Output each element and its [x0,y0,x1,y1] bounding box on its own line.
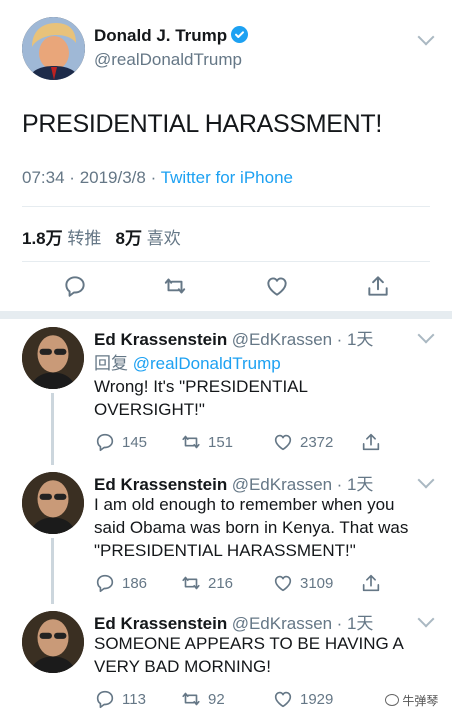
reply-icon [94,688,116,710]
divider [22,261,430,262]
chevron-down-icon[interactable] [417,471,435,489]
retweet-icon [180,572,202,594]
avatar[interactable] [22,472,84,534]
retweet-action[interactable]: 216 [180,572,233,594]
author-name[interactable]: Donald J. Trump [94,26,249,46]
likes-stat[interactable]: 8万 喜欢 [116,229,181,248]
tweet-source-link[interactable]: Twitter for iPhone [161,168,293,187]
tweet-stats: 1.8万 转推 8万 喜欢 [22,224,181,249]
tweet-age: · 1天 [336,330,374,349]
reply-to-prefix: 回复 [94,354,128,373]
reply-action[interactable]: 113 [94,688,146,710]
reply-to-handle[interactable]: @realDonaldTrump [133,354,281,373]
reply-action[interactable]: 186 [94,572,147,594]
display-name[interactable]: Ed Krassenstein [94,475,227,494]
reply-header: Ed Krassenstein @EdKrassen · 1天 [94,325,373,350]
share-icon[interactable] [360,572,382,594]
reply-text: Wrong! It's "PRESIDENTIAL OVERSIGHT!" [94,377,308,419]
like-action[interactable]: 1929 [272,688,333,710]
reply-count: 145 [122,433,148,451]
like-action[interactable]: 2372 [272,431,333,453]
reply-tweet[interactable]: Ed Krassenstein @EdKrassen · 1天 I am old… [0,466,452,604]
display-name[interactable]: Donald J. Trump [94,26,227,45]
retweets-label: 转推 [67,229,102,248]
retweet-count: 151 [208,433,234,451]
handle[interactable]: @EdKrassen [232,475,332,494]
thread-line [51,538,54,604]
retweet-action[interactable]: 92 [180,688,225,710]
handle[interactable]: @EdKrassen [232,330,332,349]
tweet-age: · 1天 [336,614,374,633]
watermark: 牛弹琴 [382,692,442,709]
section-divider [0,311,452,319]
like-icon [272,688,294,710]
thread-line [51,393,54,465]
retweet-icon [180,688,202,710]
tweet-time: 07:34 [22,168,65,187]
main-actions [60,273,400,299]
avatar[interactable] [22,327,84,389]
reply-text: SOMEONE APPEARS TO BE HAVING A VERY BAD … [94,634,404,676]
reply-action[interactable]: 145 [94,431,147,453]
reply-count: 186 [122,574,148,592]
tweet-meta: 07:34 · 2019/3/8 · Twitter for iPhone [22,168,293,188]
tweet-text: PRESIDENTIAL HARASSMENT! [22,110,382,138]
like-count: 3109 [300,574,334,592]
reply-to-line: 回复 @realDonaldTrump [94,349,281,374]
retweet-icon [180,431,202,453]
reply-icon[interactable] [62,273,88,299]
likes-label: 喜欢 [146,229,181,248]
display-name[interactable]: Ed Krassenstein [94,614,227,633]
retweet-count: 216 [208,574,234,592]
avatar[interactable] [22,611,84,673]
divider [22,206,430,207]
author-handle[interactable]: @realDonaldTrump [94,50,242,70]
chevron-down-icon[interactable] [417,326,435,344]
tweet-date: 2019/3/8 [79,168,146,187]
verified-badge-icon [231,26,249,43]
handle[interactable]: @EdKrassen [232,614,332,633]
tweet-age: · 1天 [336,475,374,494]
like-icon [272,431,294,453]
meta-separator: · [69,168,75,187]
like-action[interactable]: 3109 [272,572,333,594]
chevron-down-icon[interactable] [417,610,435,628]
reply-icon [94,431,116,453]
retweet-action[interactable]: 151 [180,431,233,453]
like-icon [272,572,294,594]
reply-header: Ed Krassenstein @EdKrassen · 1天 [94,470,373,495]
reply-text: I am old enough to remember when you sai… [94,495,409,560]
like-count: 2372 [300,433,334,451]
watermark-text: 牛弹琴 [402,694,439,708]
retweets-count: 1.8万 [22,229,63,248]
share-icon[interactable] [360,431,382,453]
retweet-count: 92 [208,690,225,708]
retweets-stat[interactable]: 1.8万 转推 [22,229,101,248]
like-icon[interactable] [264,273,290,299]
like-count: 1929 [300,690,334,708]
reply-count: 113 [122,690,146,708]
reply-header: Ed Krassenstein @EdKrassen · 1天 [94,609,373,634]
display-name[interactable]: Ed Krassenstein [94,330,227,349]
avatar-image [22,17,85,80]
meta-separator: · [150,168,157,187]
reply-tweet[interactable]: Ed Krassenstein @EdKrassen · 1天 回复 @real… [0,319,452,465]
avatar[interactable] [22,17,85,80]
chevron-down-icon[interactable] [417,28,435,46]
reply-icon [94,572,116,594]
share-icon[interactable] [365,273,391,299]
retweet-icon[interactable] [162,273,188,299]
wechat-icon [385,694,399,706]
likes-count: 8万 [115,229,143,248]
